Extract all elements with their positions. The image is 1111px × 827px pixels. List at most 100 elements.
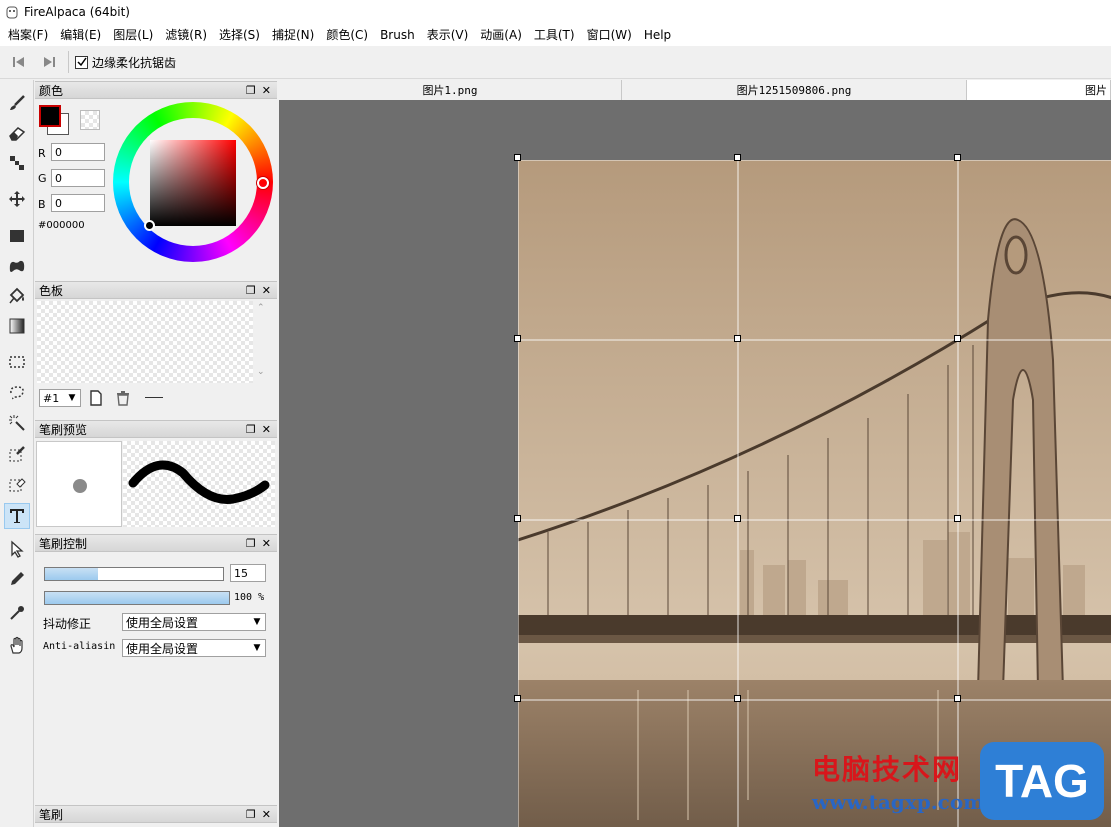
select-rect-icon: [9, 356, 25, 368]
lasso-tool[interactable]: [4, 380, 30, 406]
select-eraser-icon: [9, 478, 26, 492]
close-panel-icon[interactable]: ✕: [262, 285, 271, 296]
float-panel-icon[interactable]: ❐: [246, 538, 256, 549]
text-tool[interactable]: [4, 503, 30, 529]
move-tool[interactable]: [4, 186, 30, 212]
magic-wand-tool[interactable]: [4, 410, 30, 436]
menu-file[interactable]: 档案(F): [2, 24, 54, 46]
palette-area[interactable]: [37, 301, 253, 383]
float-panel-icon[interactable]: ❐: [246, 85, 256, 96]
bucket-icon: [9, 287, 25, 304]
tab-image-1[interactable]: 图片1.png: [279, 80, 622, 100]
watermark: 电脑技术网 www.tagxp.com TAG: [804, 740, 1111, 827]
transform-handle[interactable]: [514, 695, 521, 702]
brush-tool[interactable]: [4, 90, 30, 116]
select-rect-tool[interactable]: [4, 349, 30, 375]
tab-image-2[interactable]: 图片1251509806.png: [622, 80, 967, 100]
menu-help[interactable]: Help: [638, 24, 677, 46]
float-panel-icon[interactable]: ❐: [246, 809, 256, 820]
transform-handle[interactable]: [514, 154, 521, 161]
trash-icon[interactable]: [115, 390, 131, 409]
previous-icon[interactable]: [12, 55, 26, 69]
menu-filter[interactable]: 滤镜(R): [159, 24, 213, 46]
transform-handle[interactable]: [734, 515, 741, 522]
menu-color[interactable]: 颜色(C): [320, 24, 374, 46]
r-input[interactable]: 0: [51, 143, 105, 161]
select-eraser-tool[interactable]: [4, 471, 30, 497]
stabilizer-label: 抖动修正: [43, 617, 92, 631]
gradient-icon: [9, 318, 25, 334]
menu-animation[interactable]: 动画(A): [474, 24, 528, 46]
palette-select[interactable]: #1 ▼: [39, 389, 81, 407]
sv-marker[interactable]: [144, 220, 155, 231]
tab-image-3[interactable]: 图片: [967, 80, 1111, 100]
b-input[interactable]: 0: [51, 194, 105, 212]
menu-snap[interactable]: 捕捉(N): [266, 24, 320, 46]
hand-icon: [10, 636, 23, 654]
brush-panel-header: 笔刷 ❐ ✕: [35, 805, 277, 823]
close-panel-icon[interactable]: ✕: [262, 85, 271, 96]
fill-shape-tool[interactable]: [4, 253, 30, 279]
close-panel-icon[interactable]: ✕: [262, 538, 271, 549]
select-pen-icon: [9, 446, 25, 462]
transform-handle[interactable]: [954, 154, 961, 161]
menu-edit[interactable]: 编辑(E): [54, 24, 107, 46]
brush-size-input[interactable]: 15: [230, 564, 266, 582]
transform-handle[interactable]: [954, 335, 961, 342]
canvas-image[interactable]: [518, 160, 1111, 827]
menu-layer[interactable]: 图层(L): [107, 24, 159, 46]
transparent-color-swatch[interactable]: [80, 110, 100, 130]
chevron-down-icon: ▼: [253, 643, 261, 653]
operation-tool[interactable]: [4, 536, 30, 562]
cursor-icon: [11, 540, 24, 558]
transform-handle[interactable]: [954, 695, 961, 702]
saturation-value-square[interactable]: [150, 140, 236, 226]
g-label: G: [38, 172, 47, 185]
eraser-tool[interactable]: [4, 120, 30, 146]
transform-handle[interactable]: [734, 695, 741, 702]
eyedropper-tool[interactable]: [4, 600, 30, 626]
float-panel-icon[interactable]: ❐: [246, 424, 256, 435]
pen-tool[interactable]: [4, 566, 30, 592]
menu-window[interactable]: 窗口(W): [581, 24, 638, 46]
hue-marker[interactable]: [257, 177, 269, 189]
next-icon[interactable]: [42, 55, 56, 69]
g-input[interactable]: 0: [51, 169, 105, 187]
brush-icon: [10, 95, 25, 110]
scroll-up-icon[interactable]: ⌃: [257, 303, 265, 313]
dot-tool[interactable]: [4, 150, 30, 176]
menu-tools[interactable]: 工具(T): [528, 24, 581, 46]
fill-rect-tool[interactable]: [4, 223, 30, 249]
select-pen-tool[interactable]: [4, 441, 30, 467]
hand-tool[interactable]: [4, 632, 30, 658]
transform-handle[interactable]: [734, 335, 741, 342]
palette-scrollbar[interactable]: ⌃ ⌄: [255, 301, 269, 383]
foreground-color-swatch[interactable]: [39, 105, 61, 127]
scroll-down-icon[interactable]: ⌄: [257, 367, 265, 377]
close-panel-icon[interactable]: ✕: [262, 424, 271, 435]
line-icon[interactable]: [145, 397, 163, 398]
brush-size-slider[interactable]: [44, 567, 224, 581]
gradient-tool[interactable]: [4, 313, 30, 339]
color-panel: R 0 G 0 B 0 #000000: [35, 101, 277, 281]
transform-handle[interactable]: [514, 515, 521, 522]
antialias-checkbox[interactable]: [75, 55, 88, 69]
close-panel-icon[interactable]: ✕: [262, 809, 271, 820]
bucket-tool[interactable]: [4, 283, 30, 309]
transform-handle[interactable]: [734, 154, 741, 161]
stabilizer-select[interactable]: 使用全局设置 ▼: [122, 613, 266, 631]
menu-brush[interactable]: Brush: [374, 24, 421, 46]
watermark-logo: TAG: [980, 742, 1104, 820]
new-palette-icon[interactable]: [89, 390, 103, 409]
transform-handle[interactable]: [954, 515, 961, 522]
transform-handle[interactable]: [514, 335, 521, 342]
brush-panel-title: 笔刷: [39, 807, 64, 822]
float-panel-icon[interactable]: ❐: [246, 285, 256, 296]
document-tabs: 图片1.png 图片1251509806.png 图片: [279, 80, 1111, 100]
brush-opacity-slider[interactable]: [44, 591, 230, 605]
menu-view[interactable]: 表示(V): [421, 24, 475, 46]
antialias-select[interactable]: 使用全局设置 ▼: [122, 639, 266, 657]
menu-select[interactable]: 选择(S): [213, 24, 266, 46]
canvas-area[interactable]: [279, 100, 1111, 827]
watermark-logo-text: TAG: [995, 755, 1089, 807]
